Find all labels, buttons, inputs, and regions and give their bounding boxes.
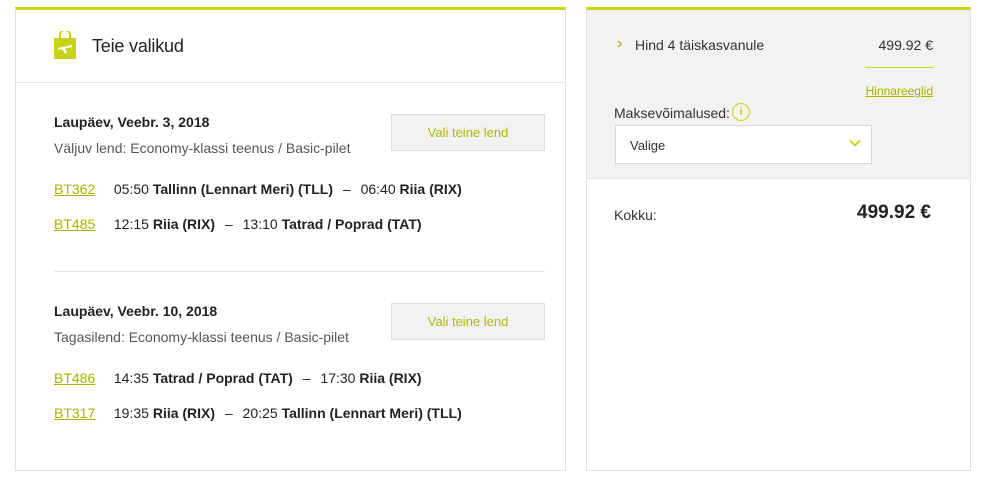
total-value: 499.92 €: [857, 202, 931, 223]
outbound-date: Laupäev, Veebr. 3, 2018: [54, 114, 210, 130]
arrival-place: Riia (RIX): [399, 181, 462, 197]
departure-place: Riia (RIX): [152, 405, 216, 421]
shopping-bag-plane-icon: [54, 31, 76, 59]
selection-header: Teie valikud: [16, 10, 565, 83]
departure-time: 19:35: [113, 405, 149, 421]
section-divider: [54, 271, 545, 272]
price-value: 499.92 €: [878, 37, 934, 53]
selection-panel: Teie valikud Laupäev, Veebr. 3, 2018 Väl…: [15, 7, 566, 471]
change-return-flight-button[interactable]: Vali teine lend: [391, 303, 545, 340]
route-dash: –: [342, 181, 351, 197]
flight-row: BT362 05:50 Tallinn (Lennart Meri) (TLL)…: [54, 181, 462, 197]
chevron-down-icon: [849, 139, 861, 147]
route-dash: –: [224, 216, 233, 232]
payment-select[interactable]: Valige: [615, 125, 872, 164]
divider: [865, 67, 933, 68]
departure-time: 14:35: [113, 370, 149, 386]
info-icon[interactable]: i: [732, 103, 750, 121]
arrival-time: 17:30: [320, 370, 356, 386]
arrival-place: Tallinn (Lennart Meri) (TLL): [281, 405, 462, 421]
route-dash: –: [302, 370, 311, 386]
total-label: Kokku:: [614, 207, 657, 223]
departure-place: Tallinn (Lennart Meri) (TLL): [152, 181, 333, 197]
flight-number-link[interactable]: BT317: [54, 405, 110, 421]
arrival-time: 13:10: [242, 216, 278, 232]
return-description: Tagasilend: Economy-klassi teenus / Basi…: [54, 329, 349, 345]
departure-time: 05:50: [113, 181, 149, 197]
price-summary-panel: › Hind 4 täiskasvanule 499.92 € Hinnaree…: [586, 7, 971, 471]
payment-select-value: Valige: [630, 138, 666, 153]
flight-number-link[interactable]: BT362: [54, 181, 110, 197]
fare-rules-link[interactable]: Hinnareeglid: [866, 84, 933, 98]
outbound-description: Väljuv lend: Economy-klassi teenus / Bas…: [54, 140, 351, 156]
flight-row: BT317 19:35 Riia (RIX) – 20:25 Tallinn (…: [54, 405, 462, 421]
page-title: Teie valikud: [92, 36, 184, 56]
departure-time: 12:15: [113, 216, 149, 232]
route-dash: –: [224, 405, 233, 421]
arrival-time: 06:40: [360, 181, 396, 197]
arrival-place: Riia (RIX): [359, 370, 422, 386]
flight-number-link[interactable]: BT485: [54, 216, 110, 232]
payment-options-label: Maksevõimalused:: [614, 105, 730, 121]
chevron-right-icon[interactable]: ›: [617, 35, 622, 53]
price-label[interactable]: Hind 4 täiskasvanule: [635, 37, 764, 53]
flight-number-link[interactable]: BT486: [54, 370, 110, 386]
arrival-place: Tatrad / Poprad (TAT): [281, 216, 422, 232]
flight-row: BT486 14:35 Tatrad / Poprad (TAT) – 17:3…: [54, 370, 422, 386]
departure-place: Riia (RIX): [152, 216, 216, 232]
flight-row: BT485 12:15 Riia (RIX) – 13:10 Tatrad / …: [54, 216, 422, 232]
change-outbound-flight-button[interactable]: Vali teine lend: [391, 114, 545, 151]
return-date: Laupäev, Veebr. 10, 2018: [54, 303, 218, 319]
arrival-time: 20:25: [242, 405, 278, 421]
departure-place: Tatrad / Poprad (TAT): [152, 370, 293, 386]
price-details: › Hind 4 täiskasvanule 499.92 € Hinnaree…: [587, 10, 970, 179]
